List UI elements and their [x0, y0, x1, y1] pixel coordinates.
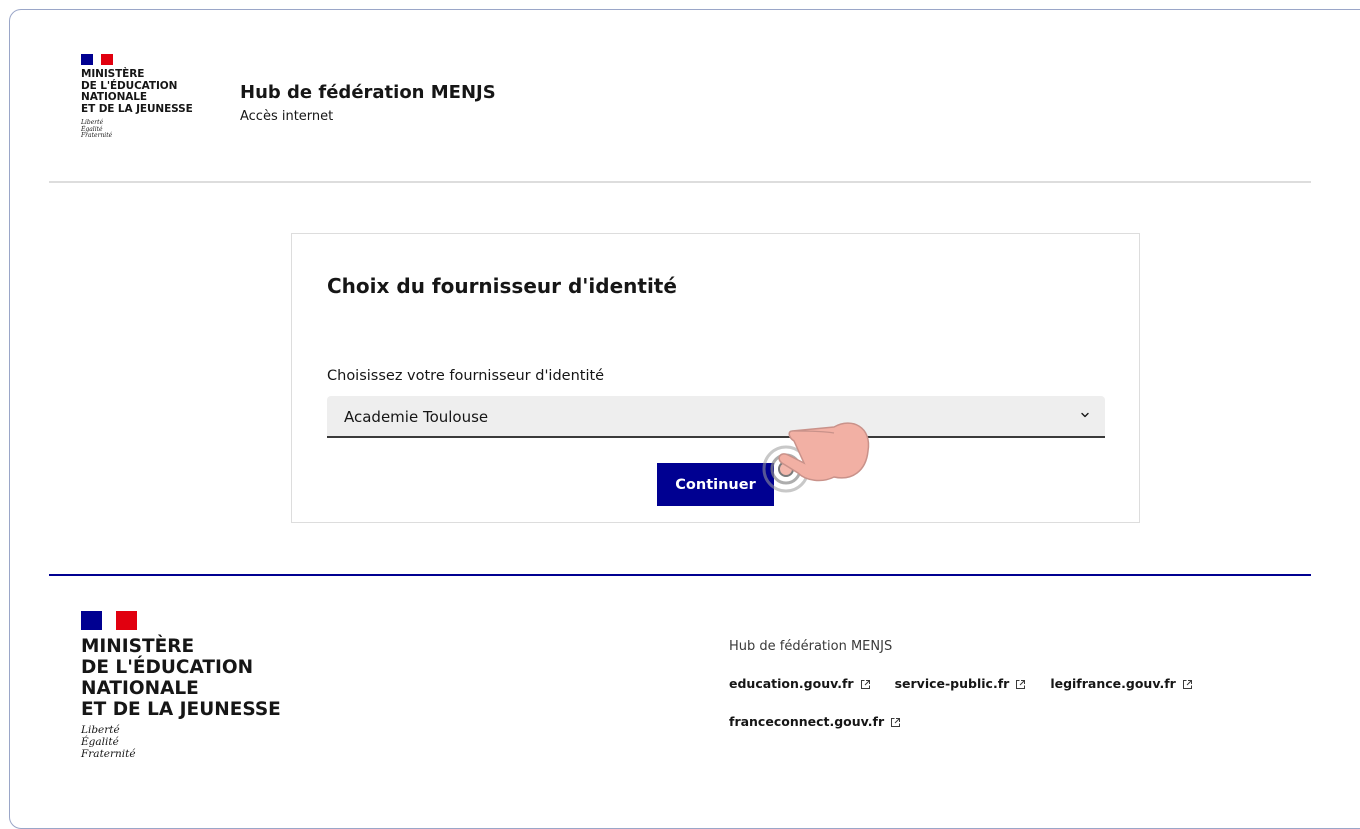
idp-choice-card: Choix du fournisseur d'identité Choisiss…: [291, 233, 1140, 523]
footer-links-row-2: franceconnect.gouv.fr: [729, 714, 1193, 730]
footer-link-franceconnect[interactable]: franceconnect.gouv.fr: [729, 714, 901, 730]
footer-link-legifrance[interactable]: legifrance.gouv.fr: [1050, 676, 1192, 692]
footer-ministry-logo[interactable]: MINISTÈRE DE L'ÉDUCATION NATIONALE ET DE…: [81, 611, 281, 760]
service-block: Hub de fédération MENJS Accès internet: [240, 82, 496, 126]
ministry-line: DE L'ÉDUCATION: [81, 657, 254, 678]
devise-line: Fraternité: [81, 132, 113, 139]
footer-content: Hub de fédération MENJS education.gouv.f…: [729, 639, 1193, 730]
footer-ministry-name: MINISTÈRE DE L'ÉDUCATION NATIONALE ET DE…: [81, 636, 281, 720]
service-title[interactable]: Hub de fédération MENJS: [240, 82, 496, 104]
devise-line: Liberté: [81, 724, 120, 736]
footer-link-service-public[interactable]: service-public.fr: [895, 676, 1027, 692]
select-value: Academie Toulouse: [344, 408, 489, 426]
external-link-icon: [891, 717, 901, 727]
ministry-line: MINISTÈRE: [81, 68, 145, 80]
external-link-icon: [1182, 679, 1192, 689]
select-label: Choisissez votre fournisseur d'identité: [327, 368, 605, 384]
footer-description: Hub de fédération MENJS: [729, 639, 893, 654]
ministry-line: ET DE LA JEUNESSE: [81, 102, 193, 115]
external-link-icon: [1016, 679, 1026, 689]
ministry-line: NATIONALE: [81, 678, 199, 699]
idp-select[interactable]: Academie Toulouse: [327, 396, 1105, 438]
tap-hand-icon: [762, 422, 870, 493]
footer-link-education[interactable]: education.gouv.fr: [729, 676, 871, 692]
ministry-name: MINISTÈRE DE L'ÉDUCATION NATIONALE ET DE…: [81, 68, 193, 115]
devise-line: Fraternité: [81, 748, 136, 760]
footer-divider: [49, 574, 1311, 576]
chevron-down-icon: [1081, 412, 1089, 418]
marianne-flag-icon: [81, 54, 113, 65]
header-divider: [49, 181, 1311, 183]
external-link-icon: [860, 679, 870, 689]
card-title: Choix du fournisseur d'identité: [327, 274, 677, 298]
footer-devise: Liberté Égalité Fraternité: [81, 724, 281, 760]
ministry-line: MINISTÈRE: [81, 636, 195, 657]
devise-line: Égalité: [81, 736, 119, 748]
ministry-line: NATIONALE: [81, 91, 147, 103]
link-label: legifrance.gouv.fr: [1050, 676, 1176, 691]
ministry-line: ET DE LA JEUNESSE: [81, 699, 281, 720]
link-label: service-public.fr: [894, 676, 1010, 691]
service-tagline: Accès internet: [240, 109, 334, 124]
footer-links: education.gouv.fr service-public.fr legi…: [729, 676, 1193, 692]
link-label: franceconnect.gouv.fr: [729, 714, 885, 729]
devise: Liberté Égalité Fraternité: [81, 119, 193, 140]
link-label: education.gouv.fr: [729, 676, 854, 691]
ministry-logo[interactable]: MINISTÈRE DE L'ÉDUCATION NATIONALE ET DE…: [81, 54, 193, 140]
marianne-flag-icon: [81, 611, 137, 630]
